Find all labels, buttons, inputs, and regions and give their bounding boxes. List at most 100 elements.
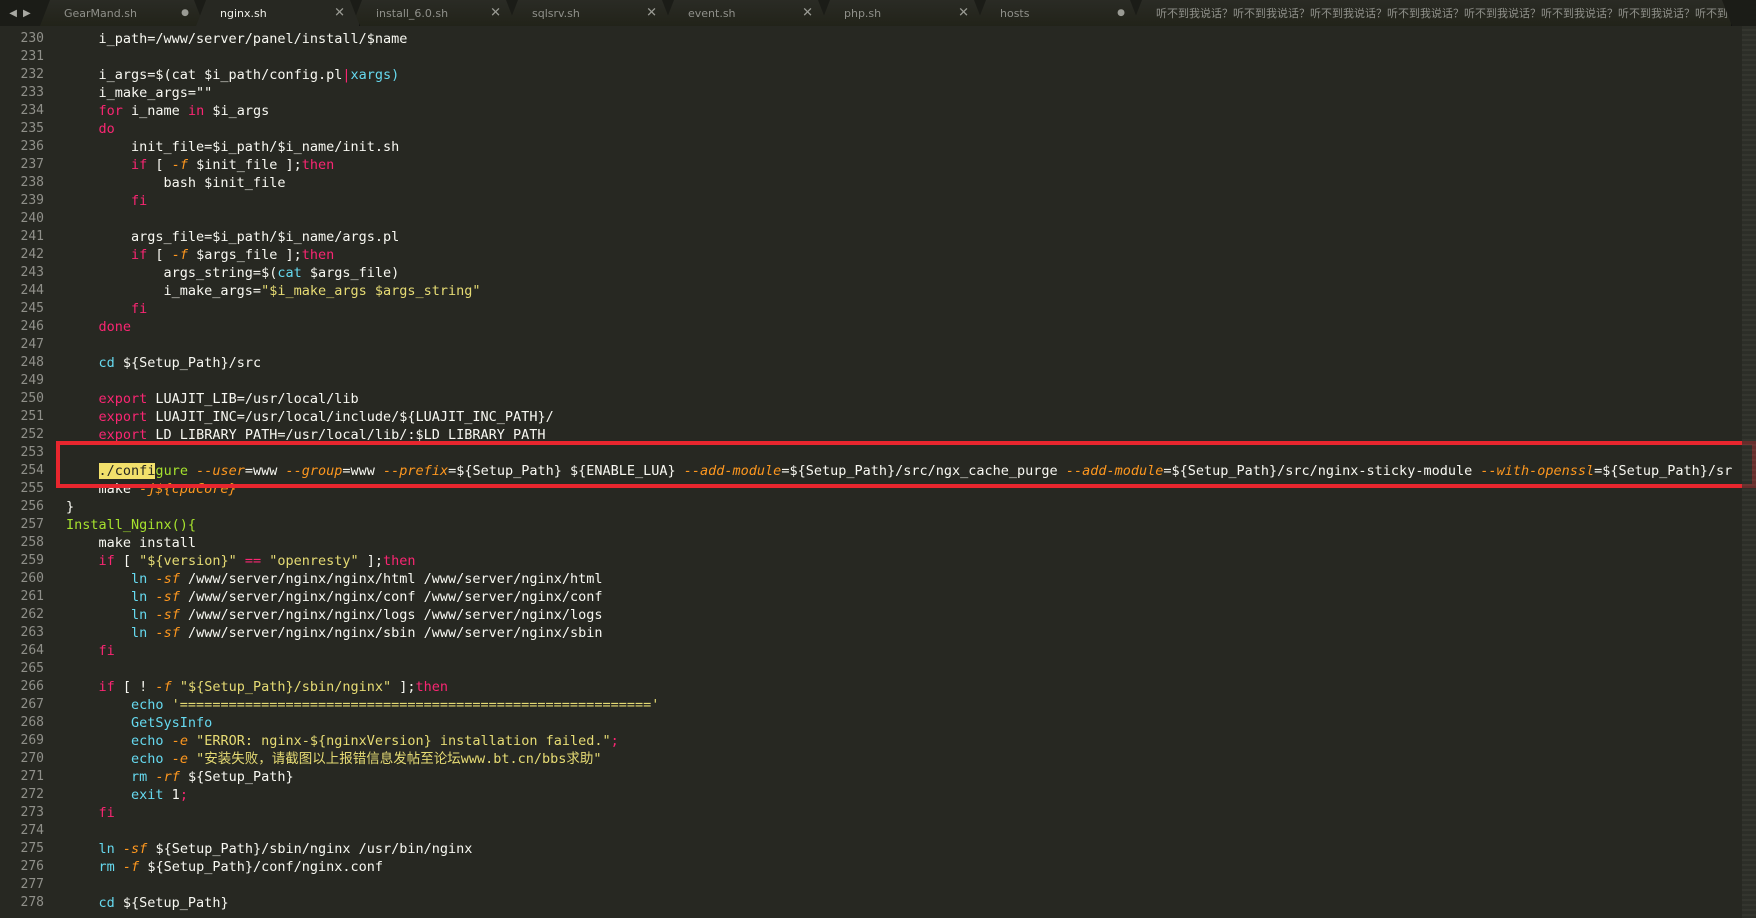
code-line[interactable]: ln -sf /www/server/nginx/nginx/conf /www… [66, 588, 1746, 606]
code-line[interactable]: rm -f ${Setup_Path}/conf/nginx.conf [66, 858, 1746, 876]
tab-bar: ◀ ▶ GearMand.sh ● nginx.sh ✕ install_6.0… [0, 0, 1756, 26]
tab-install[interactable]: install_6.0.sh ✕ [352, 0, 516, 26]
unsaved-dot-icon[interactable]: ● [181, 8, 189, 18]
code-line[interactable]: make install [66, 534, 1746, 552]
line-number: 253 [20, 445, 44, 460]
code-line[interactable]: exit 1; [66, 786, 1746, 804]
code-line[interactable]: fi [66, 804, 1746, 822]
code-editor[interactable]: 230 231 232 233 234 235 236 237 238 239 240 241 242 2… [0, 26, 1756, 918]
code-line[interactable]: i_make_args="" [66, 84, 1746, 102]
code-line[interactable]: ln -sf /www/server/nginx/nginx/logs /www… [66, 606, 1746, 624]
code-line[interactable]: args_file=$i_path/$i_name/args.pl [66, 228, 1746, 246]
code-line[interactable]: ln -sf /www/server/nginx/nginx/html /www… [66, 570, 1746, 588]
minimap[interactable] [1742, 26, 1756, 918]
close-icon[interactable]: ✕ [334, 6, 345, 21]
code-line[interactable]: if [ -f $args_file ];then [66, 246, 1746, 264]
tab-php[interactable]: php.sh ✕ [820, 0, 984, 26]
code-line[interactable]: init_file=$i_path/$i_name/init.sh [66, 138, 1746, 156]
line-number: 274 [20, 823, 44, 838]
search-match: ./confi [98, 463, 156, 479]
line-number: 252 [20, 427, 44, 442]
tab-label: hosts [1000, 6, 1030, 20]
code-line[interactable]: bash $init_file [66, 174, 1746, 192]
tab-label: install_6.0.sh [376, 6, 449, 20]
tab-gearmand[interactable]: GearMand.sh ● [40, 0, 204, 26]
code-line[interactable]: i_path=/www/server/panel/install/$name [66, 30, 1746, 48]
code-line[interactable]: fi [66, 300, 1746, 318]
line-number: 277 [20, 877, 44, 892]
code-line[interactable]: ln -sf ${Setup_Path}/sbin/nginx /usr/bin… [66, 840, 1746, 858]
tab-navigation: ◀ ▶ [0, 0, 40, 26]
line-number-gutter: 230 231 232 233 234 235 236 237 238 239 240 241 242 2… [0, 30, 44, 912]
line-number: 261 [20, 589, 44, 604]
tab-label: php.sh [844, 6, 882, 20]
code-line[interactable]: export LUAJIT_LIB=/usr/local/lib [66, 390, 1746, 408]
line-number: 233 [20, 85, 44, 100]
line-number: 234 [20, 103, 44, 118]
close-icon[interactable]: ✕ [802, 6, 813, 21]
line-number: 260 [20, 571, 44, 586]
line-number: 258 [20, 535, 44, 550]
close-icon[interactable]: ✕ [958, 6, 969, 21]
code-line[interactable] [66, 822, 1746, 840]
code-line[interactable]: cd ${Setup_Path}/src [66, 354, 1746, 372]
code-line[interactable] [66, 210, 1746, 228]
code-line[interactable]: if [ -f $init_file ];then [66, 156, 1746, 174]
line-number: 272 [20, 787, 44, 802]
line-number: 237 [20, 157, 44, 172]
code-line[interactable]: fi [66, 192, 1746, 210]
code-line[interactable]: rm -rf ${Setup_Path} [66, 768, 1746, 786]
line-number: 263 [20, 625, 44, 640]
code-line[interactable]: echo -e "ERROR: nginx-${nginxVersion} in… [66, 732, 1746, 750]
tab-label: 听不到我说话？听不到我说话？听不到我说话？听不到我说话？听不到我说话？听不到我说… [1156, 7, 1732, 20]
close-icon[interactable]: ✕ [490, 6, 501, 21]
code-line[interactable]: } [66, 498, 1746, 516]
code-line[interactable]: if [ "${version}" == "openresty" ];then [66, 552, 1746, 570]
code-line[interactable]: do [66, 120, 1746, 138]
code-line[interactable]: echo -e "安装失败，请截图以上报错信息发帖至论坛www.bt.cn/bb… [66, 750, 1746, 768]
code-line[interactable]: i_make_args="$i_make_args $args_string" [66, 282, 1746, 300]
code-line[interactable]: GetSysInfo [66, 714, 1746, 732]
code-line[interactable]: fi [66, 642, 1746, 660]
close-icon[interactable]: ✕ [646, 6, 657, 21]
tab-sqlsrv[interactable]: sqlsrv.sh ✕ [508, 0, 672, 26]
line-number: 242 [20, 247, 44, 262]
tab-event[interactable]: event.sh ✕ [664, 0, 828, 26]
line-number: 243 [20, 265, 44, 280]
line-number: 262 [20, 607, 44, 622]
line-number: 247 [20, 337, 44, 352]
forward-arrow-icon[interactable]: ▶ [23, 8, 31, 19]
code-line-configure[interactable]: ./configure --user=www --group=www --pre… [66, 462, 1746, 480]
code-line[interactable]: if [ ! -f "${Setup_Path}/sbin/nginx" ];t… [66, 678, 1746, 696]
line-number: 238 [20, 175, 44, 190]
code-line[interactable]: i_args=$(cat $i_path/config.pl|xargs) [66, 66, 1746, 84]
tab-nginx[interactable]: nginx.sh ✕ [196, 0, 360, 26]
code-line[interactable] [66, 372, 1746, 390]
code-line[interactable]: echo '==================================… [66, 696, 1746, 714]
code-line[interactable] [66, 444, 1746, 462]
code-line[interactable]: export LD_LIBRARY_PATH=/usr/local/lib/:$… [66, 426, 1746, 444]
line-number: 266 [20, 679, 44, 694]
unsaved-dot-icon[interactable]: ● [1117, 8, 1125, 18]
code-line[interactable] [66, 48, 1746, 66]
back-arrow-icon[interactable]: ◀ [9, 8, 17, 19]
code-line[interactable]: args_string=$(cat $args_file) [66, 264, 1746, 282]
code-line[interactable] [66, 336, 1746, 354]
tab-untitled[interactable]: 听不到我说话？听不到我说话？听不到我说话？听不到我说话？听不到我说话？听不到我说… [1132, 0, 1732, 26]
code-line[interactable]: export LUAJIT_INC=/usr/local/include/${L… [66, 408, 1746, 426]
line-number: 254 [20, 463, 44, 478]
tab-hosts[interactable]: hosts ● [976, 0, 1140, 26]
code-line[interactable] [66, 876, 1746, 894]
line-number: 273 [20, 805, 44, 820]
line-number: 232 [20, 67, 44, 82]
code-line[interactable]: ln -sf /www/server/nginx/nginx/sbin /www… [66, 624, 1746, 642]
code-line[interactable] [66, 660, 1746, 678]
line-number: 264 [20, 643, 44, 658]
code-line[interactable]: make -j${cpuCore} [66, 480, 1746, 498]
code-line[interactable]: for i_name in $i_args [66, 102, 1746, 120]
code-line[interactable]: Install_Nginx(){ [66, 516, 1746, 534]
code-line[interactable]: done [66, 318, 1746, 336]
code-line[interactable]: cd ${Setup_Path} [66, 894, 1746, 912]
line-number: 267 [20, 697, 44, 712]
code-area[interactable]: i_path=/www/server/panel/install/$name i… [66, 30, 1746, 912]
